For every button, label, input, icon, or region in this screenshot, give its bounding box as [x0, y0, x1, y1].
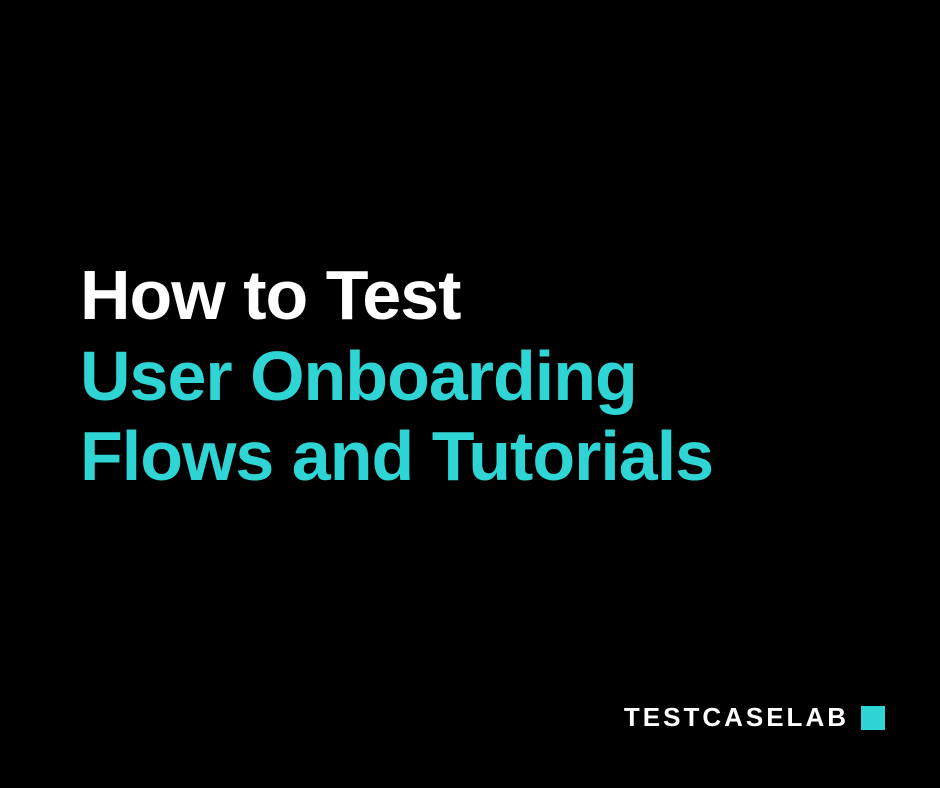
main-title: How to Test User Onboarding Flows and Tu… [80, 255, 713, 497]
brand-text: TESTCASELAB [624, 702, 849, 733]
brand-logo: TESTCASELAB [624, 702, 885, 733]
title-line-accent-2: Flows and Tutorials [80, 416, 713, 497]
title-line-accent-1: User Onboarding [80, 336, 713, 417]
title-line-white: How to Test [80, 255, 713, 336]
square-icon [861, 706, 885, 730]
